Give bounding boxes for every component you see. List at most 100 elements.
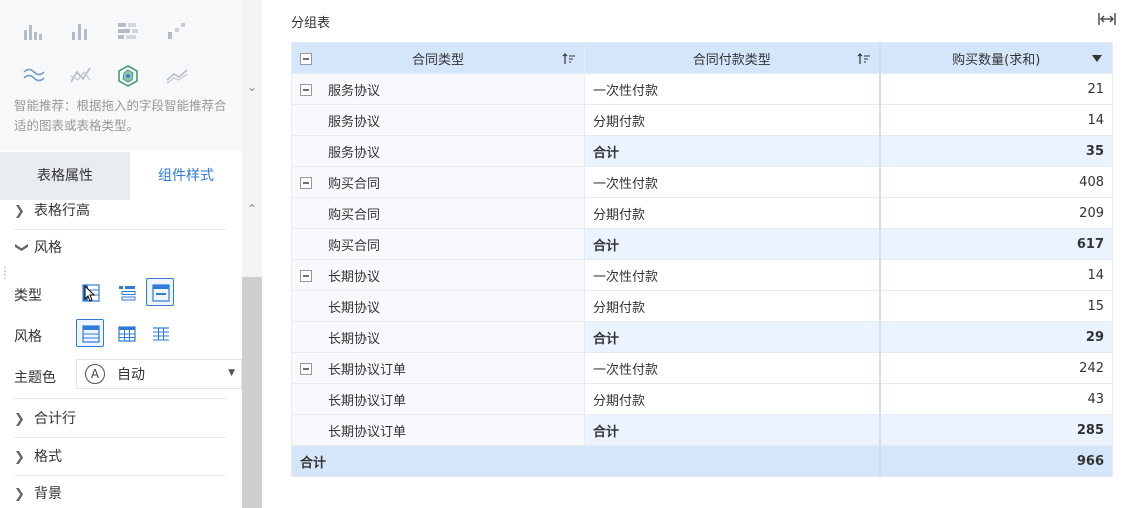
cell-contract-type: 长期协议 (291, 290, 585, 322)
section-label: 格式 (34, 449, 62, 465)
wave-line-icon[interactable] (22, 64, 48, 90)
theme-color-label: 主题色 (14, 370, 56, 386)
scatter-icon[interactable] (165, 20, 191, 46)
style-grid-button[interactable] (112, 319, 140, 347)
subtotal-row[interactable]: 服务协议 合计 35 (291, 135, 1113, 167)
cell-quantity: 14 (879, 104, 1113, 136)
table-row[interactable]: 长期协议订单 一次性付款 242 (291, 352, 1113, 384)
cell-contract-type: 购买合同 (291, 166, 585, 198)
table-row[interactable]: 服务协议 一次性付款 21 (291, 73, 1113, 105)
scroll-down-arrow-icon[interactable]: ⌄ (245, 80, 259, 94)
expand-width-icon[interactable] (1098, 11, 1116, 27)
cell-text: 长期协议订单 (328, 393, 407, 409)
type-group-table-button[interactable] (146, 278, 174, 306)
chevron-right-icon: ❯ (14, 487, 25, 502)
collapse-group-icon[interactable] (300, 270, 312, 282)
table-header-row: 合同类型 合同付款类型 购买数量(求和) (291, 42, 1113, 74)
component-title: 分组表 (291, 16, 331, 31)
chevron-right-icon: ❯ (14, 204, 25, 219)
scroll-up-arrow-icon[interactable]: ⌃ (245, 202, 259, 216)
bar-chart-icon[interactable] (22, 20, 48, 46)
collapse-group-icon[interactable] (300, 177, 312, 189)
table-row[interactable]: 长期协议订单 分期付款 43 (291, 383, 1113, 415)
theme-color-select[interactable]: A 自动 ▼ (76, 359, 242, 389)
cell-payment-type: 合计 (584, 228, 881, 260)
cell-contract-type: 购买合同 (291, 228, 585, 260)
cell-quantity: 21 (879, 73, 1113, 105)
cell-payment-type: 分期付款 (584, 104, 881, 136)
auto-theme-icon: A (85, 364, 105, 384)
group-table: 合同类型 合同付款类型 购买数量(求和) 服务协议 一次性付款 21 服务协议 分期付款… (291, 42, 1113, 477)
subtotal-row[interactable]: 购买合同 合计 617 (291, 228, 1113, 260)
panel-scrollbar[interactable]: ⌄ ⌃ (242, 0, 262, 508)
section-subtotal-row[interactable]: ❯ 合计行 (14, 401, 226, 437)
cell-text: 服务协议 (328, 114, 381, 130)
section-label: 表格行高 (34, 203, 90, 219)
cell-payment-type: 一次性付款 (584, 166, 881, 198)
grand-total-value: 966 (879, 445, 1113, 477)
grand-total-label: 合计 (291, 445, 881, 477)
table-row[interactable]: 服务协议 分期付款 14 (291, 104, 1113, 136)
cell-text: 购买合同 (328, 238, 381, 254)
collapse-group-icon[interactable] (300, 363, 312, 375)
cell-quantity: 35 (879, 135, 1113, 167)
cell-text: 购买合同 (328, 176, 381, 192)
table-row[interactable]: 长期协议 分期付款 15 (291, 290, 1113, 322)
stacked-bar-icon[interactable] (116, 20, 142, 46)
section-row-height[interactable]: ❯ 表格行高 (14, 193, 226, 229)
cell-quantity: 408 (879, 166, 1113, 198)
multi-line-icon[interactable] (165, 64, 191, 90)
mouse-cursor-icon (84, 284, 96, 307)
section-label: 合计行 (34, 411, 76, 427)
column-header-payment-type[interactable]: 合同付款类型 (584, 42, 881, 74)
column-header-quantity-sum[interactable]: 购买数量(求和) (879, 42, 1113, 74)
subtotal-row[interactable]: 长期协议 合计 29 (291, 321, 1113, 353)
column-header-label: 购买数量(求和) (952, 52, 1041, 68)
cell-contract-type: 长期协议订单 (291, 383, 585, 415)
subtotal-row[interactable]: 长期协议订单 合计 285 (291, 414, 1113, 446)
caret-down-icon[interactable] (1092, 55, 1102, 62)
chevron-right-icon: ❯ (14, 450, 25, 465)
cell-quantity: 285 (879, 414, 1113, 446)
radar-icon[interactable] (116, 64, 142, 90)
theme-color-value: 自动 (117, 367, 145, 383)
cell-text: 长期协议 (328, 331, 381, 347)
table-body: 服务协议 一次性付款 21 服务协议 分期付款 14 服务协议 合计 35 购买合同 一次性付款 40… (291, 73, 1113, 477)
column-header-label: 合同类型 (411, 52, 464, 68)
collapse-group-icon[interactable] (300, 84, 312, 96)
cell-quantity: 15 (879, 290, 1113, 322)
cell-text: 购买合同 (328, 207, 381, 223)
cell-quantity: 617 (879, 228, 1113, 260)
cell-payment-type: 分期付款 (584, 290, 881, 322)
style-lines-button[interactable] (146, 319, 174, 347)
table-row[interactable]: 购买合同 分期付款 209 (291, 197, 1113, 229)
scrollbar-thumb[interactable] (242, 277, 262, 508)
sort-icon[interactable] (562, 52, 576, 66)
column-header-contract-type[interactable]: 合同类型 (291, 42, 585, 74)
grand-total-row[interactable]: 合计 966 (291, 445, 1113, 477)
cell-text: 长期协议 (328, 269, 381, 285)
section-style[interactable]: ❯ 风格 (14, 230, 226, 266)
cell-contract-type: 长期协议订单 (291, 414, 585, 446)
table-row[interactable]: 长期协议 一次性付款 14 (291, 259, 1113, 291)
area-line-icon[interactable] (69, 64, 95, 90)
type-label: 类型 (14, 288, 42, 304)
cell-quantity: 242 (879, 352, 1113, 384)
type-tree-table-button[interactable] (112, 278, 140, 306)
drag-handle-icon[interactable]: ⋮ ⋮ (0, 267, 10, 286)
cell-quantity: 29 (879, 321, 1113, 353)
chevron-down-icon: ❯ (14, 242, 29, 253)
main-canvas: 分组表 合同类型 合同付款类型 购买数量(求和) 服务协议 一次性付款 21 服… (278, 0, 1128, 508)
sort-icon[interactable] (857, 52, 871, 66)
style-label: 风格 (14, 329, 42, 345)
divider (14, 398, 226, 399)
cell-text: 长期协议订单 (328, 362, 407, 378)
section-background[interactable]: ❯ 背景 (14, 476, 226, 508)
section-format[interactable]: ❯ 格式 (14, 439, 226, 475)
cell-contract-type: 长期协议 (291, 321, 585, 353)
style-banded-button[interactable] (76, 319, 104, 347)
table-row[interactable]: 购买合同 一次性付款 408 (291, 166, 1113, 198)
column-chart-icon[interactable] (69, 20, 95, 46)
left-panel: 智能推荐：根据拖入的字段智能推荐合适的图表或表格类型。 表格属性 组件样式 ❯ 表… (0, 0, 262, 508)
collapse-all-icon[interactable] (300, 53, 312, 65)
